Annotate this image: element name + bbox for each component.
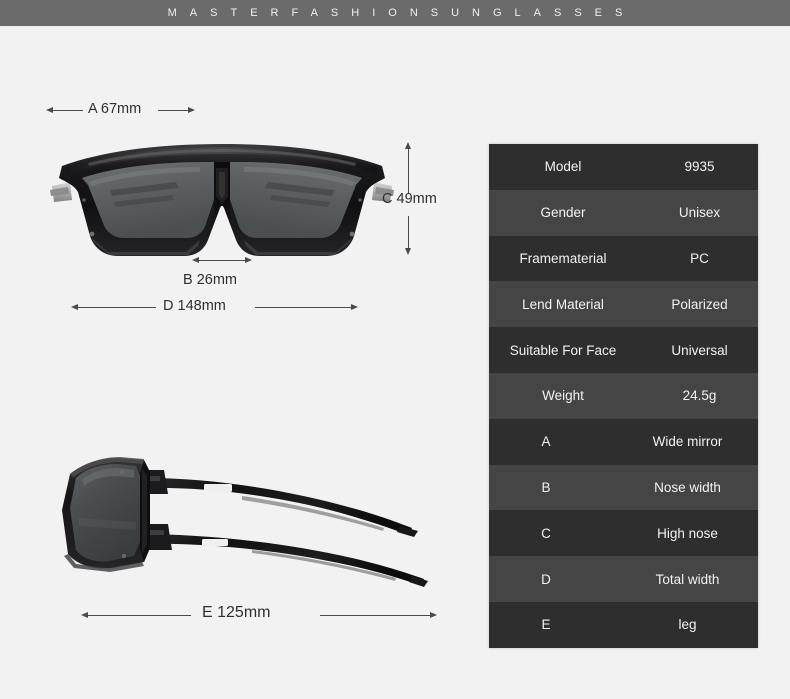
spec-key: A bbox=[541, 434, 551, 450]
arrow-down-icon bbox=[405, 248, 411, 255]
dimension-e-line-right bbox=[320, 615, 430, 616]
spec-value: Universal bbox=[671, 342, 728, 358]
spec-key: C bbox=[541, 525, 551, 541]
table-row: D Total width bbox=[489, 556, 758, 602]
spec-key: Model bbox=[544, 159, 582, 175]
dimension-c-line-bottom bbox=[408, 216, 409, 248]
table-row: Framematerial PC bbox=[489, 235, 758, 282]
spec-value: Total width bbox=[655, 571, 720, 587]
table-row: Gender Unisex bbox=[489, 189, 758, 236]
spec-key: Framematerial bbox=[519, 250, 607, 266]
spec-value: High nose bbox=[657, 525, 718, 541]
table-row: C High nose bbox=[489, 510, 758, 557]
spec-key: D bbox=[541, 571, 551, 587]
arrow-left-icon bbox=[81, 612, 88, 618]
dimension-e-label: E 125mm bbox=[202, 604, 271, 621]
dimension-e-line-left bbox=[88, 615, 191, 616]
spec-value: Unisex bbox=[678, 205, 721, 221]
dimension-d-label: D 148mm bbox=[163, 298, 226, 314]
dimension-c-line-top bbox=[408, 149, 409, 193]
spec-key: Lend Material bbox=[522, 296, 604, 312]
spec-key: Gender bbox=[540, 205, 586, 221]
brand-banner-text: MASTERFASHIONSUNGLASSES bbox=[167, 7, 636, 19]
dimension-a-line-right bbox=[158, 110, 188, 111]
table-row: E leg bbox=[489, 601, 758, 648]
spec-value: 24.5g bbox=[682, 388, 717, 404]
arrow-left-icon bbox=[46, 107, 53, 113]
sunglasses-front-view bbox=[48, 138, 396, 268]
table-row: B Nose width bbox=[489, 464, 758, 511]
dimension-a-line-left bbox=[53, 110, 83, 111]
spec-value: leg bbox=[678, 617, 697, 633]
spec-key: Suitable For Face bbox=[509, 342, 617, 358]
dimension-b-line bbox=[199, 260, 245, 261]
dimension-b-label: B 26mm bbox=[183, 272, 237, 288]
brand-banner: MASTERFASHIONSUNGLASSES bbox=[0, 0, 790, 26]
arrow-left-icon bbox=[192, 257, 199, 263]
specification-table: Model 9935 Gender Unisex Framematerial P… bbox=[489, 144, 758, 648]
table-row: Suitable For Face Universal bbox=[489, 327, 758, 373]
arrow-left-icon bbox=[71, 304, 78, 310]
dimension-d-line-right bbox=[255, 307, 351, 308]
sunglasses-side-view bbox=[52, 438, 442, 588]
spec-key: E bbox=[541, 617, 551, 633]
spec-value: Nose width bbox=[654, 479, 721, 495]
dimension-a-label: A 67mm bbox=[88, 101, 142, 117]
table-row: Lend Material Polarized bbox=[489, 281, 758, 328]
arrow-right-icon bbox=[430, 612, 437, 618]
dimension-c-label: C 49mm bbox=[382, 191, 437, 207]
table-row: A Wide mirror bbox=[489, 418, 758, 465]
dimension-d-line-left bbox=[78, 307, 156, 308]
arrow-right-icon bbox=[188, 107, 195, 113]
spec-value: Polarized bbox=[671, 296, 728, 312]
arrow-right-icon bbox=[245, 257, 252, 263]
table-row: Model 9935 bbox=[489, 144, 758, 190]
spec-value: 9935 bbox=[684, 159, 715, 175]
product-stage: A 67mm C 49mm B 26mm D 148mm E 125mm Mod… bbox=[0, 26, 790, 699]
spec-value: Wide mirror bbox=[652, 434, 723, 450]
spec-key: Weight bbox=[542, 388, 584, 404]
spec-value: PC bbox=[690, 250, 709, 266]
arrow-right-icon bbox=[351, 304, 358, 310]
arrow-up-icon bbox=[405, 142, 411, 149]
table-row: Weight 24.5g bbox=[489, 372, 758, 419]
spec-key: B bbox=[541, 479, 551, 495]
